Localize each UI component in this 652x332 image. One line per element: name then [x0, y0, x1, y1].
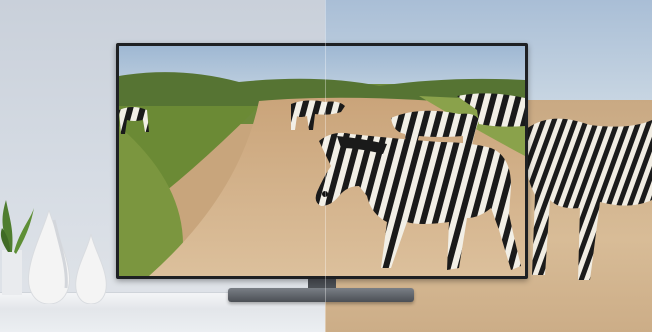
tv-stand-base — [228, 288, 414, 302]
zebra-savanna-image — [119, 46, 525, 276]
small-white-vase — [75, 234, 107, 304]
television — [116, 43, 528, 279]
photo-scene — [0, 0, 652, 332]
tall-white-vase — [27, 210, 71, 304]
zebra-outside-right — [524, 118, 652, 280]
composite-split-line — [325, 0, 326, 332]
tv-screen — [119, 46, 525, 276]
